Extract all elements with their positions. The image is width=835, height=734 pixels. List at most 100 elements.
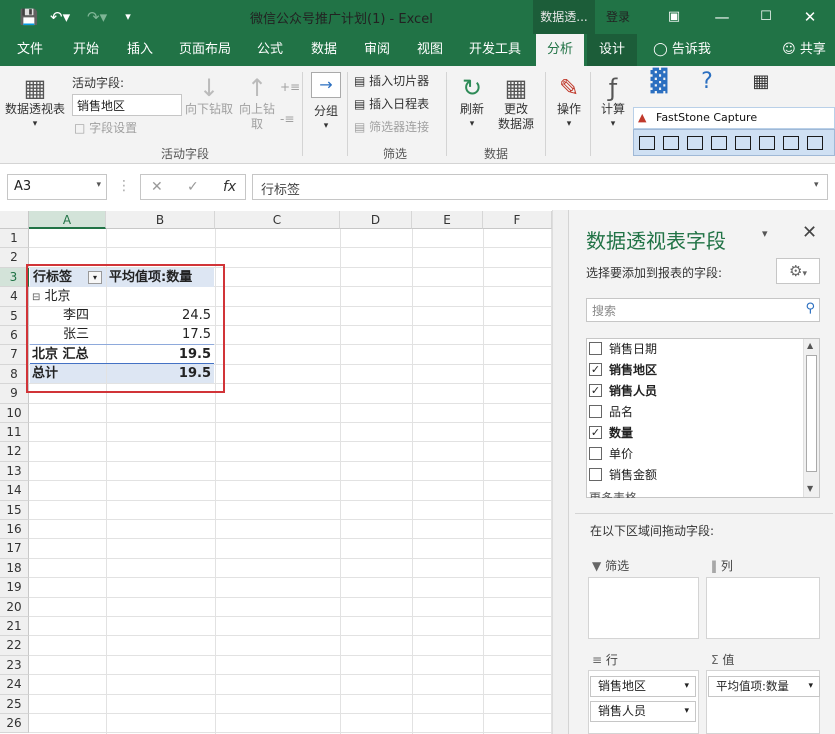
tab-home[interactable]: 开始: [62, 34, 110, 66]
row-header[interactable]: 3: [0, 267, 29, 288]
field-item-unit-price[interactable]: 单价: [587, 444, 803, 465]
checkbox-icon[interactable]: [589, 447, 602, 460]
capture-object-icon[interactable]: [663, 136, 679, 150]
row-header[interactable]: 19: [0, 578, 29, 598]
rows-field-chip[interactable]: 销售地区 ▾: [590, 676, 696, 697]
field-item-sales-person[interactable]: ✓ 销售人员: [587, 381, 803, 402]
scroll-up-icon[interactable]: ▲: [807, 341, 813, 350]
column-header-b[interactable]: B: [106, 211, 215, 229]
column-header-c[interactable]: C: [215, 211, 340, 229]
chevron-down-icon[interactable]: ▾: [684, 677, 689, 696]
row-header[interactable]: 25: [0, 694, 29, 714]
formula-input[interactable]: 行标签: [252, 174, 828, 200]
checkbox-checked-icon[interactable]: ✓: [589, 426, 602, 439]
chevron-down-icon[interactable]: ▾: [808, 677, 813, 696]
columns-drop-area[interactable]: [706, 577, 820, 639]
field-item-sales-region[interactable]: ✓ 销售地区: [587, 360, 803, 381]
scroll-down-icon[interactable]: ▼: [807, 484, 813, 493]
field-item-product-name[interactable]: 品名: [587, 402, 803, 423]
tab-analyze[interactable]: 分析: [536, 34, 584, 66]
undo-icon[interactable]: ↶▾: [50, 7, 70, 27]
checkbox-icon[interactable]: [589, 468, 602, 481]
row-header[interactable]: 11: [0, 423, 29, 443]
pivot-chart-icon[interactable]: ▓: [642, 71, 676, 93]
actions-button[interactable]: ✎ 操作 ▾: [550, 74, 588, 132]
capture-scroll-icon[interactable]: [783, 136, 799, 150]
refresh-button[interactable]: ↻ 刷新 ▾: [452, 74, 492, 132]
search-icon[interactable]: ⚲: [805, 301, 815, 316]
expand-field-icon[interactable]: +≡: [280, 80, 300, 95]
capture-fullscreen-icon[interactable]: [759, 136, 775, 150]
row-header[interactable]: 12: [0, 442, 29, 462]
insert-function-icon[interactable]: fx: [223, 175, 236, 199]
recommended-pivot-icon[interactable]: ?: [690, 71, 724, 93]
capture-fixed-icon[interactable]: [807, 136, 823, 150]
row-header[interactable]: 13: [0, 461, 29, 482]
values-field-chip[interactable]: 平均值项:数量 ▾: [708, 676, 820, 697]
enter-icon[interactable]: ✓: [187, 175, 199, 199]
row-header[interactable]: 16: [0, 520, 29, 540]
drill-down-button[interactable]: ↓ 向下钻取: [184, 74, 234, 117]
insert-timeline-button[interactable]: ▤ 插入日程表: [354, 97, 429, 112]
capture-rect-icon[interactable]: [687, 136, 703, 150]
tab-review[interactable]: 审阅: [353, 34, 401, 66]
row-header[interactable]: 5: [0, 306, 29, 326]
field-item-sales-date[interactable]: 销售日期: [587, 339, 803, 360]
field-item-sales-amount[interactable]: 销售金额: [587, 465, 803, 486]
calculations-button[interactable]: ƒ 计算 ▾: [595, 74, 631, 132]
name-box[interactable]: A3 ▾: [7, 174, 107, 200]
field-list-scrollbar[interactable]: ▲ ▼: [803, 339, 819, 497]
row-header[interactable]: 26: [0, 714, 29, 734]
checkbox-checked-icon[interactable]: ✓: [589, 363, 602, 376]
row-header[interactable]: 6: [0, 326, 29, 346]
tab-view[interactable]: 视图: [406, 34, 454, 66]
tab-page-layout[interactable]: 页面布局: [170, 34, 240, 66]
expand-formula-bar-icon[interactable]: ▾: [814, 180, 819, 190]
redo-icon[interactable]: ↷▾: [87, 7, 107, 27]
row-header[interactable]: 15: [0, 500, 29, 520]
select-all-corner[interactable]: [0, 211, 29, 229]
chevron-down-icon[interactable]: ▾: [96, 180, 101, 190]
minimize-icon[interactable]: —: [712, 7, 732, 27]
row-header[interactable]: 22: [0, 636, 29, 656]
pane-options-chevron-icon[interactable]: ▾: [762, 227, 768, 240]
group-button[interactable]: → 分组 ▾: [308, 72, 344, 134]
row-header[interactable]: 7: [0, 345, 29, 365]
rows-field-chip[interactable]: 销售人员 ▾: [590, 701, 696, 722]
pivot-table-button[interactable]: ▦ 数据透视表 ▾: [2, 74, 68, 132]
insert-slicer-button[interactable]: ▤ 插入切片器: [354, 74, 429, 89]
close-icon[interactable]: ✕: [800, 7, 820, 27]
checkbox-icon[interactable]: [589, 342, 602, 355]
login-button[interactable]: 登录: [598, 0, 638, 34]
tab-data[interactable]: 数据: [300, 34, 348, 66]
tab-insert[interactable]: 插入: [116, 34, 164, 66]
collapse-field-icon[interactable]: -≡: [280, 112, 294, 127]
field-search-input[interactable]: 搜索 ⚲: [586, 298, 820, 322]
row-header[interactable]: 17: [0, 539, 29, 559]
column-header-d[interactable]: D: [340, 211, 412, 229]
active-field-input[interactable]: 销售地区: [72, 94, 182, 116]
capture-freehand-icon[interactable]: [735, 136, 751, 150]
filters-drop-area[interactable]: [588, 577, 699, 639]
share-button[interactable]: ☺ 共享: [778, 34, 830, 66]
checkbox-checked-icon[interactable]: ✓: [589, 384, 602, 397]
customize-quick-access-icon[interactable]: ▾: [118, 7, 138, 27]
chevron-down-icon[interactable]: ▾: [684, 702, 689, 721]
row-header[interactable]: 1: [0, 229, 29, 249]
drill-up-button[interactable]: ↑ 向上钻 取: [235, 74, 279, 132]
row-header[interactable]: 14: [0, 481, 29, 501]
row-header[interactable]: 4: [0, 287, 29, 307]
tell-me-box[interactable]: ◯ 告诉我: [647, 34, 717, 66]
pane-close-icon[interactable]: ✕: [802, 222, 817, 243]
scroll-thumb[interactable]: [806, 355, 817, 472]
filter-connections-button[interactable]: ▤ 筛选器连接: [354, 120, 429, 135]
tab-file[interactable]: 文件: [6, 34, 54, 66]
save-icon[interactable]: 💾: [19, 7, 39, 27]
row-header[interactable]: 10: [0, 403, 29, 423]
row-header[interactable]: 2: [0, 248, 29, 268]
change-source-button[interactable]: ▦ 更改 数据源: [493, 74, 539, 132]
field-list-toggle-icon[interactable]: ▦: [748, 73, 774, 91]
ribbon-display-icon[interactable]: ▣: [664, 7, 684, 27]
tab-design[interactable]: 设计: [587, 34, 637, 66]
checkbox-icon[interactable]: [589, 405, 602, 418]
